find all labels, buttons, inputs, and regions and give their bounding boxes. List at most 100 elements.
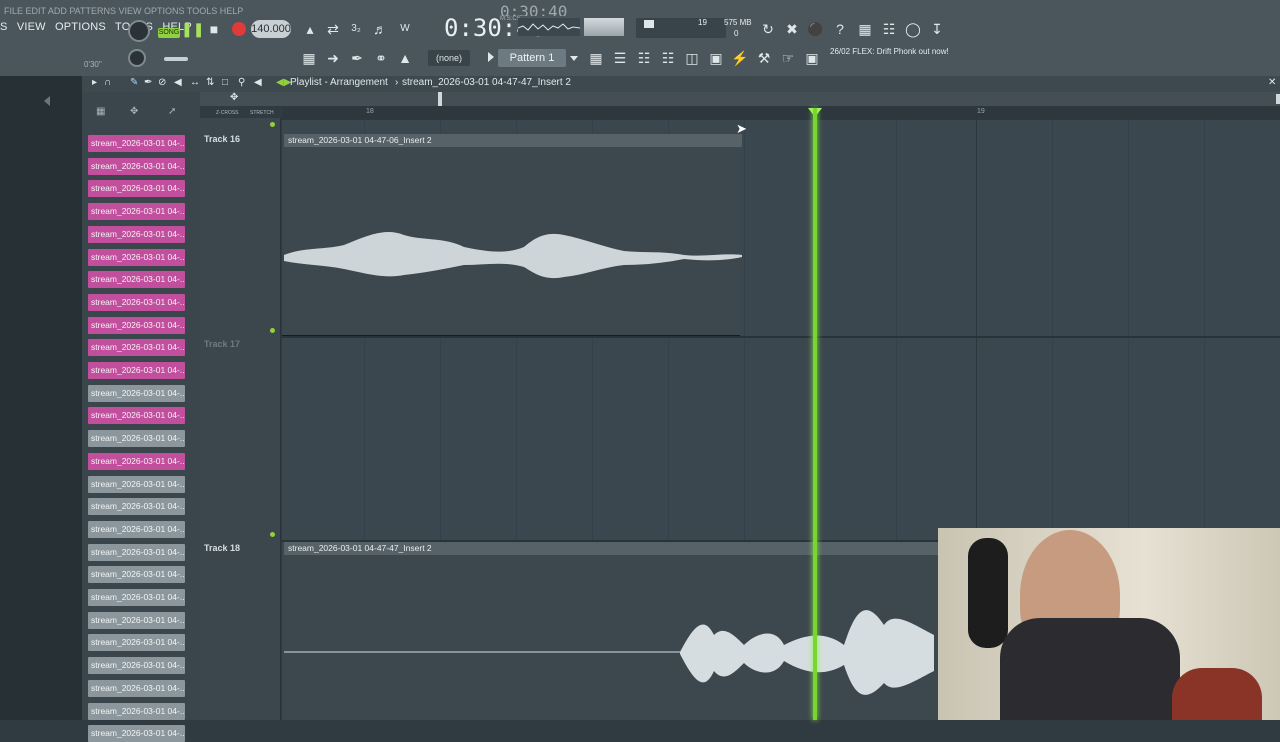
clip-list-item[interactable]: stream_2026-03-01 04-... <box>88 543 185 561</box>
playback-tool-icon[interactable]: ◀ <box>254 77 262 88</box>
news-ticker[interactable]: 26/02 FLEX: Drift Phonk out now! <box>830 47 950 57</box>
metronome-icon[interactable]: ♬ <box>370 19 390 39</box>
clip-list-item[interactable]: stream_2026-03-01 04-... <box>88 566 185 584</box>
loop-record-icon[interactable]: ⇄ <box>323 19 343 39</box>
timeline-ruler[interactable]: 18 19 <box>282 106 1280 120</box>
draw-tool-icon[interactable]: ✎ <box>130 77 138 88</box>
clip-list-item[interactable]: stream_2026-03-01 04-... <box>88 225 185 243</box>
clip-header-track-16[interactable]: stream_2026-03-01 04-47-06_Insert 2 <box>284 134 742 147</box>
chat-icon[interactable]: ◯ <box>903 19 923 39</box>
browser-icon[interactable]: ☷ <box>634 48 654 68</box>
clip-list-item[interactable]: stream_2026-03-01 04-... <box>88 475 185 493</box>
clip-list-item[interactable]: stream_2026-03-01 04-... <box>88 520 185 538</box>
paint-tool-icon[interactable]: ✒ <box>144 77 152 88</box>
clip-list-item[interactable]: stream_2026-03-01 04-... <box>88 611 185 629</box>
track-17-label[interactable]: Track 17 <box>204 339 240 349</box>
pattern-prev-icon[interactable] <box>488 52 494 62</box>
clip-list-item[interactable]: stream_2026-03-01 04-... <box>88 135 185 152</box>
cut-icon[interactable]: ✖ <box>782 19 802 39</box>
clip-list-item[interactable]: stream_2026-03-01 04-... <box>88 384 185 402</box>
track-18-active-led[interactable] <box>270 532 275 537</box>
zcross-label[interactable]: Z-CROSS <box>216 110 239 116</box>
shop-icon[interactable]: ▣ <box>802 48 822 68</box>
clip-list-item[interactable]: stream_2026-03-01 04-... <box>88 679 185 697</box>
plugin-database-icon[interactable]: ◫ <box>682 48 702 68</box>
slip-tool-icon[interactable]: ↔ <box>190 77 200 88</box>
track-16-active-led[interactable] <box>270 122 275 127</box>
playhead-line[interactable] <box>813 108 817 720</box>
clip-list-item[interactable]: stream_2026-03-01 04-... <box>88 316 185 334</box>
clip-list-item[interactable]: stream_2026-03-01 04-... <box>88 203 185 221</box>
snap-select[interactable]: (none) <box>428 50 470 66</box>
picker-automation-icon[interactable]: ➚ <box>168 106 176 117</box>
step-32-icon[interactable]: 3₂ <box>346 19 366 39</box>
close-icon[interactable]: ✕ <box>1268 77 1276 88</box>
scroll-thumb[interactable] <box>438 92 442 106</box>
clip-list-item[interactable]: stream_2026-03-01 04-... <box>88 407 185 425</box>
mixer-icon[interactable]: ☷ <box>879 19 899 39</box>
pattern-selector[interactable]: Pattern 1 <box>498 49 566 67</box>
track-17-active-led[interactable] <box>270 328 275 333</box>
clip-list-item[interactable]: stream_2026-03-01 04-... <box>88 725 185 742</box>
save-icon[interactable]: ▦ <box>855 19 875 39</box>
link-icon[interactable]: ⚭ <box>371 48 391 68</box>
picker-audio-icon[interactable]: ✥ <box>130 106 138 117</box>
select-tool-icon[interactable]: □ <box>222 77 228 88</box>
collapse-icon[interactable] <box>44 96 50 106</box>
master-pitch-knob[interactable] <box>128 49 146 67</box>
undo-icon[interactable]: ↻ <box>758 19 778 39</box>
clip-list-item[interactable]: stream_2026-03-01 04-... <box>88 157 185 175</box>
channel-rack-icon[interactable]: ▦ <box>586 48 606 68</box>
song-mode-indicator[interactable]: SONG <box>158 28 180 38</box>
wrench-icon[interactable]: ⚒ <box>754 48 774 68</box>
clip-list-item[interactable]: stream_2026-03-01 04-... <box>88 702 185 720</box>
plugin-icon[interactable]: ⚡ <box>730 48 750 68</box>
menu-item-s[interactable]: S <box>0 21 8 33</box>
record-icon[interactable] <box>232 22 246 36</box>
stretch-label[interactable]: STRETCH <box>250 110 274 116</box>
clip-list-item[interactable]: stream_2026-03-01 04-... <box>88 452 185 470</box>
audio-clip-track-16[interactable]: stream_2026-03-01 04-47-06_Insert 2 <box>284 134 742 336</box>
master-volume-slider[interactable] <box>164 57 188 61</box>
pause-icon[interactable]: ❚❚ <box>181 19 204 39</box>
wait-icon[interactable]: W <box>395 19 415 39</box>
help-icon[interactable]: ? <box>830 19 850 39</box>
clip-list-item[interactable]: stream_2026-03-01 04-... <box>88 634 185 652</box>
stamp-icon[interactable]: ▲ <box>395 48 415 68</box>
picker-pattern-icon[interactable]: ▦ <box>96 106 105 117</box>
clip-list-item[interactable]: stream_2026-03-01 04-... <box>88 339 185 357</box>
clip-list-item[interactable]: stream_2026-03-01 04-... <box>88 271 185 289</box>
pattern-dropdown-icon[interactable] <box>570 56 578 61</box>
clip-list-item[interactable]: stream_2026-03-01 04-... <box>88 293 185 311</box>
mute-tool-icon[interactable]: ◀ <box>174 77 182 88</box>
stop-icon[interactable]: ■ <box>204 19 224 39</box>
track-18-label[interactable]: Track 18 <box>204 543 240 553</box>
delete-tool-icon[interactable]: ⊘ <box>158 77 166 88</box>
menu-item-options[interactable]: OPTIONS <box>55 21 106 33</box>
clip-list-item[interactable]: stream_2026-03-01 04-... <box>88 362 185 379</box>
arrow-icon[interactable]: ➜ <box>323 48 343 68</box>
mixer-sliders-icon[interactable]: ☷ <box>658 48 678 68</box>
clip-list-item[interactable]: stream_2026-03-01 04-... <box>88 657 185 675</box>
clip-list-item[interactable]: stream_2026-03-01 04-... <box>88 180 185 198</box>
menu-item-view[interactable]: VIEW <box>17 21 46 33</box>
master-volume-knob[interactable] <box>128 20 150 42</box>
move-icon[interactable]: ✥ <box>230 92 238 103</box>
clip-list-item[interactable]: stream_2026-03-01 04-... <box>88 589 185 606</box>
touch-icon[interactable]: ☞ <box>778 48 798 68</box>
brush-icon[interactable]: ✒ <box>347 48 367 68</box>
playlist-icon[interactable]: ▦ <box>299 48 319 68</box>
clip-list-item[interactable]: stream_2026-03-01 04-... <box>88 248 185 266</box>
track-16-label[interactable]: Track 16 <box>204 134 240 144</box>
scroll-end[interactable] <box>1276 94 1280 104</box>
pattern-song-icon[interactable]: ▴ <box>300 19 320 39</box>
playlist-menu-icon[interactable]: ▸ <box>92 77 97 88</box>
slice-tool-icon[interactable]: ⇅ <box>206 77 214 88</box>
clip-list-item[interactable]: stream_2026-03-01 04-... <box>88 498 185 516</box>
microphone-icon[interactable]: ⚫ <box>806 19 826 39</box>
zoom-tool-icon[interactable]: ⚲ <box>238 77 245 88</box>
piano-roll-icon[interactable]: ☰ <box>610 48 630 68</box>
tempo-display[interactable]: 140.000 <box>251 20 291 38</box>
project-icon[interactable]: ▣ <box>706 48 726 68</box>
magnet-icon[interactable]: ∩ <box>104 77 111 88</box>
